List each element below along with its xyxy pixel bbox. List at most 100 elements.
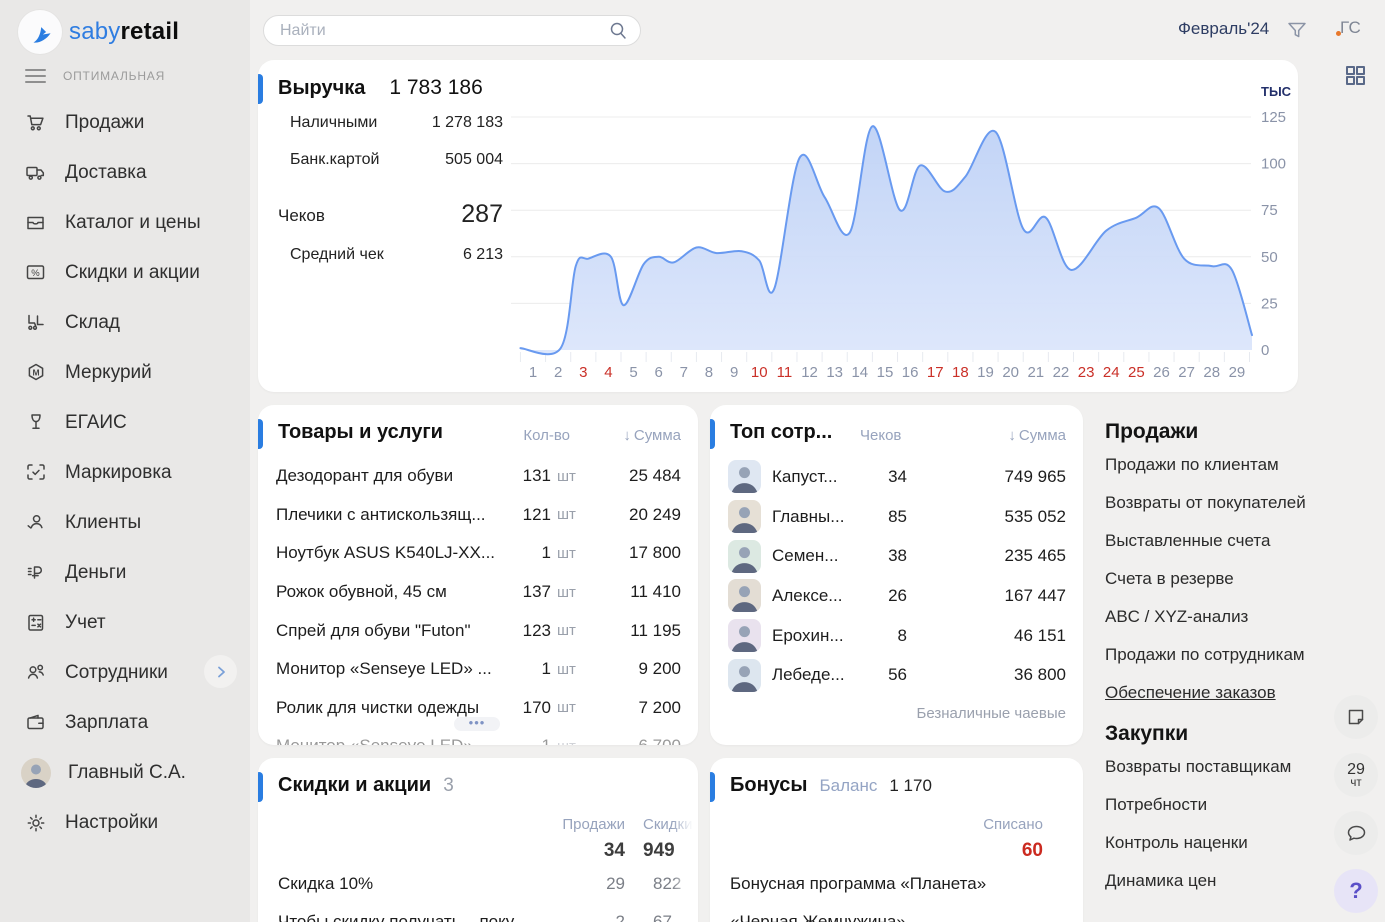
expand-employees-button[interactable]: [204, 655, 237, 688]
svg-text:1: 1: [529, 364, 537, 381]
search-input[interactable]: [263, 15, 641, 46]
notes-button[interactable]: [1334, 695, 1378, 739]
sidebar-item-Деньги[interactable]: Деньги: [0, 548, 250, 598]
sales-report-link[interactable]: Выставленные счета: [1105, 522, 1333, 560]
purchases-report-link[interactable]: Потребности: [1105, 786, 1333, 824]
menu-toggle-icon[interactable]: [25, 69, 46, 83]
sidebar-item-Главный С.А.[interactable]: Главный С.А.: [0, 748, 250, 798]
checks-value: 287: [403, 200, 503, 229]
goods-col-qty[interactable]: Кол-во: [490, 427, 570, 444]
show-more-button[interactable]: •••: [454, 717, 500, 731]
table-row[interactable]: Ерохин...846 151: [728, 616, 1066, 656]
discount-row-name[interactable]: Чтобы скидку получать – поку...: [278, 912, 527, 922]
svg-text:50: 50: [1261, 249, 1278, 266]
sales-report-link[interactable]: Продажи по сотрудникам: [1105, 636, 1333, 674]
employees-col-sum[interactable]: ↓Сумма: [1008, 427, 1066, 444]
chat-button[interactable]: [1334, 811, 1378, 855]
calendar-button[interactable]: 29 чт: [1334, 753, 1378, 797]
discounts-col-sales: Продажи: [562, 816, 625, 833]
table-row[interactable]: Монитор «Senseye LED» ...1шт9 200: [276, 650, 681, 689]
svg-text:25: 25: [1261, 295, 1278, 312]
org-switcher[interactable]: ГС: [1340, 18, 1361, 38]
discount-row-name[interactable]: Скидка 10%: [278, 874, 373, 894]
goods-qty: 131: [497, 466, 551, 486]
sales-report-link[interactable]: Продажи по клиентам: [1105, 446, 1333, 484]
cart-icon: [24, 111, 48, 135]
period-selector[interactable]: Февраль'24: [1178, 19, 1269, 39]
search-icon[interactable]: [607, 20, 629, 47]
goods-unit: шт: [551, 661, 583, 678]
sidebar-item-Маркировка[interactable]: Маркировка: [0, 448, 250, 498]
balance-value: 1 170: [889, 776, 932, 796]
sidebar-item-Клиенты[interactable]: Клиенты: [0, 498, 250, 548]
sales-report-link[interactable]: Возвраты от покупателей: [1105, 484, 1333, 522]
filter-icon[interactable]: [1286, 19, 1308, 46]
purchases-report-link[interactable]: Динамика цен: [1105, 862, 1333, 900]
logo[interactable]: sabyretail: [0, 0, 250, 56]
revenue-card: Выручка 1 783 186 Наличными 1 278 183 Ба…: [258, 60, 1298, 392]
table-row[interactable]: Ноутбук ASUS K540LJ-XX...1шт17 800: [276, 534, 681, 573]
revenue-title[interactable]: Выручка: [278, 77, 365, 100]
goods-title[interactable]: Товары и услуги: [278, 421, 443, 444]
checks-label: Чеков: [278, 206, 325, 226]
sales-report-link[interactable]: Обеспечение заказов: [1105, 674, 1333, 712]
svg-text:7: 7: [680, 364, 688, 381]
sidebar-item-Доставка[interactable]: Доставка: [0, 148, 250, 198]
sidebar-item-Продажи[interactable]: Продажи: [0, 98, 250, 148]
help-button[interactable]: ?: [1334, 869, 1378, 913]
table-row[interactable]: Рожок обувной, 45 см137шт11 410: [276, 573, 681, 612]
table-row[interactable]: Лебеде...5636 800: [728, 655, 1066, 695]
sidebar-item-Меркурий[interactable]: MМеркурий: [0, 348, 250, 398]
table-row[interactable]: Плечики с антискользящ...121шт20 249: [276, 496, 681, 535]
goods-sum: 11 195: [583, 621, 681, 641]
sort-desc-icon: ↓: [623, 427, 631, 444]
sidebar-item-Склад[interactable]: Склад: [0, 298, 250, 348]
sidebar-item-Учет[interactable]: Учет: [0, 598, 250, 648]
svg-text:17: 17: [927, 364, 944, 381]
sidebar-item-Каталог и цены[interactable]: Каталог и цены: [0, 198, 250, 248]
goods-col-sum[interactable]: ↓Сумма: [623, 427, 681, 444]
goods-sum: 6 700: [583, 736, 681, 745]
employee-avatar: [728, 540, 761, 573]
sidebar-item-Настройки[interactable]: Настройки: [0, 798, 250, 848]
report-links: Продажи Продажи по клиентамВозвраты от п…: [1105, 420, 1333, 910]
table-row[interactable]: Капуст...34749 965: [728, 457, 1066, 497]
employees-title[interactable]: Топ сотр...: [730, 421, 832, 444]
discounts-title[interactable]: Скидки и акции: [278, 774, 431, 797]
employee-name: Семен...: [761, 546, 861, 566]
svg-text:100: 100: [1261, 156, 1286, 173]
accounting-icon: [24, 611, 48, 635]
goods-qty: 170: [497, 698, 551, 718]
search: [263, 15, 641, 46]
goods-unit: шт: [551, 584, 583, 601]
table-row[interactable]: Дезодорант для обуви131шт25 484: [276, 457, 681, 496]
table-row[interactable]: Алексе...26167 447: [728, 576, 1066, 616]
apps-grid-icon[interactable]: [1343, 63, 1368, 93]
goods-qty: 121: [497, 505, 551, 525]
sidebar-item-ЕГАИС[interactable]: ЕГАИС: [0, 398, 250, 448]
employees-col-checks[interactable]: Чеков: [860, 427, 901, 444]
sales-report-link[interactable]: Счета в резерве: [1105, 560, 1333, 598]
revenue-chart[interactable]: ТЫС0255075100125123456789101112131415161…: [511, 80, 1296, 390]
sidebar-item-Скидки и акции[interactable]: %Скидки и акции: [0, 248, 250, 298]
balance-label: Баланс: [820, 776, 878, 796]
table-row[interactable]: Спрей для обуви "Futon"123шт11 195: [276, 611, 681, 650]
svg-text:23: 23: [1078, 364, 1095, 381]
goods-sum: 20 249: [583, 505, 681, 525]
bonus-row-name[interactable]: Бонусная программа «Планета»: [730, 874, 986, 894]
bonuses-title[interactable]: Бонусы: [730, 774, 808, 797]
table-row[interactable]: Главны...85535 052: [728, 497, 1066, 537]
sidebar-item-Зарплата[interactable]: Зарплата: [0, 698, 250, 748]
purchases-report-link[interactable]: Контроль наценки: [1105, 824, 1333, 862]
employee-checks: 85: [861, 507, 911, 527]
purchases-report-link[interactable]: Возвраты поставщикам: [1105, 748, 1333, 786]
svg-text:22: 22: [1053, 364, 1070, 381]
svg-text:%: %: [31, 268, 40, 279]
cashless-tips-link[interactable]: Безналичные чаевые: [917, 705, 1066, 722]
employee-sum: 749 965: [911, 467, 1066, 487]
bonus-row-name[interactable]: «Черная Жемчужина»: [730, 912, 906, 922]
goods-sum: 7 200: [583, 698, 681, 718]
sales-report-link[interactable]: ABC / XYZ-анализ: [1105, 598, 1333, 636]
table-row[interactable]: Семен...38235 465: [728, 536, 1066, 576]
svg-text:16: 16: [902, 364, 919, 381]
